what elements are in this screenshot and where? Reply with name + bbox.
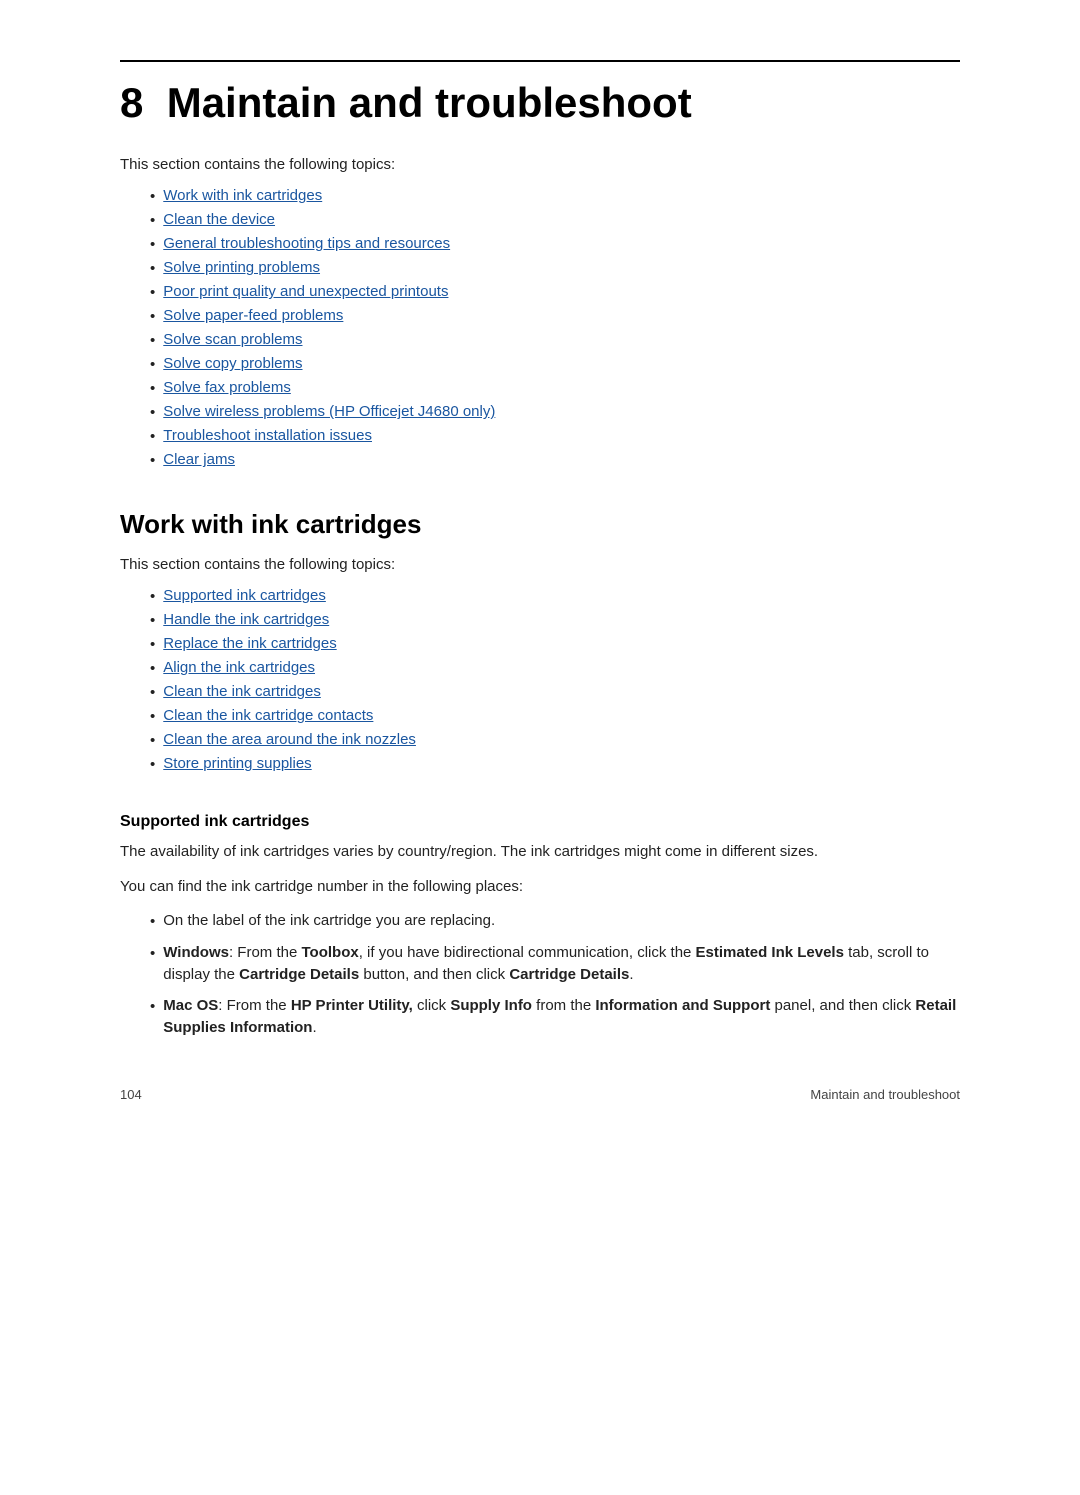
- list-item: Handle the ink cartridges: [150, 611, 960, 629]
- section1-intro-text: This section contains the following topi…: [120, 556, 960, 573]
- list-item: Solve fax problems: [150, 379, 960, 397]
- toc-link[interactable]: Work with ink cartridges: [163, 187, 322, 204]
- list-item: Work with ink cartridges: [150, 187, 960, 205]
- toc-link[interactable]: Poor print quality and unexpected printo…: [163, 283, 448, 300]
- list-item: Supported ink cartridges: [150, 587, 960, 605]
- bullet-text: Mac OS: From the HP Printer Utility, cli…: [163, 995, 960, 1040]
- list-item: Mac OS: From the HP Printer Utility, cli…: [150, 995, 960, 1040]
- toc-link[interactable]: Solve wireless problems (HP Officejet J4…: [163, 403, 495, 420]
- main-intro-text: This section contains the following topi…: [120, 156, 960, 173]
- toc-link[interactable]: Solve scan problems: [163, 331, 302, 348]
- list-item: Solve wireless problems (HP Officejet J4…: [150, 403, 960, 421]
- list-item: Poor print quality and unexpected printo…: [150, 283, 960, 301]
- chapter-title-text: Maintain and troubleshoot: [167, 79, 692, 126]
- chapter-title: 8 Maintain and troubleshoot: [120, 80, 960, 126]
- subsection1-heading: Supported ink cartridges: [120, 813, 960, 831]
- toc-link[interactable]: Store printing supplies: [163, 755, 311, 772]
- page-container: 8 Maintain and troubleshoot This section…: [0, 0, 1080, 1132]
- list-item: Clean the area around the ink nozzles: [150, 731, 960, 749]
- subsection1-para1: The availability of ink cartridges varie…: [120, 841, 960, 864]
- list-item: Clean the device: [150, 211, 960, 229]
- list-item: Clear jams: [150, 451, 960, 469]
- list-item: Solve printing problems: [150, 259, 960, 277]
- toc-link[interactable]: Solve fax problems: [163, 379, 291, 396]
- bullet-text: Windows: From the Toolbox, if you have b…: [163, 942, 960, 987]
- chapter-number: 8: [120, 79, 143, 126]
- toc-link[interactable]: Solve printing problems: [163, 259, 320, 276]
- toc-link[interactable]: Clean the ink cartridges: [163, 683, 321, 700]
- section1-heading: Work with ink cartridges: [120, 509, 960, 540]
- toc-link[interactable]: Troubleshoot installation issues: [163, 427, 372, 444]
- list-item: Align the ink cartridges: [150, 659, 960, 677]
- toc-link[interactable]: Solve copy problems: [163, 355, 302, 372]
- toc-link[interactable]: Clean the area around the ink nozzles: [163, 731, 416, 748]
- toc-link[interactable]: Supported ink cartridges: [163, 587, 326, 604]
- top-rule: [120, 60, 960, 62]
- list-item: Solve scan problems: [150, 331, 960, 349]
- toc-link[interactable]: Handle the ink cartridges: [163, 611, 329, 628]
- list-item: Clean the ink cartridge contacts: [150, 707, 960, 725]
- list-item: Store printing supplies: [150, 755, 960, 773]
- list-item: Solve copy problems: [150, 355, 960, 373]
- toc-link[interactable]: Replace the ink cartridges: [163, 635, 336, 652]
- toc-link[interactable]: Clean the ink cartridge contacts: [163, 707, 373, 724]
- subsection1-para2: You can find the ink cartridge number in…: [120, 876, 960, 899]
- subsection1-bullets: On the label of the ink cartridge you ar…: [150, 910, 960, 1040]
- list-item: Replace the ink cartridges: [150, 635, 960, 653]
- toc-link[interactable]: Align the ink cartridges: [163, 659, 315, 676]
- toc-link[interactable]: General troubleshooting tips and resourc…: [163, 235, 450, 252]
- section1-toc-list: Supported ink cartridges Handle the ink …: [150, 587, 960, 773]
- toc-link[interactable]: Clean the device: [163, 211, 275, 228]
- list-item: On the label of the ink cartridge you ar…: [150, 910, 960, 934]
- footer-section-label: Maintain and troubleshoot: [810, 1087, 960, 1102]
- list-item: Troubleshoot installation issues: [150, 427, 960, 445]
- list-item: General troubleshooting tips and resourc…: [150, 235, 960, 253]
- bullet-text: On the label of the ink cartridge you ar…: [163, 910, 495, 933]
- toc-link[interactable]: Clear jams: [163, 451, 235, 468]
- footer-page-number: 104: [120, 1087, 142, 1102]
- footer: 104 Maintain and troubleshoot: [120, 1087, 960, 1102]
- toc-link[interactable]: Solve paper-feed problems: [163, 307, 343, 324]
- main-toc-list: Work with ink cartridges Clean the devic…: [150, 187, 960, 469]
- list-item: Clean the ink cartridges: [150, 683, 960, 701]
- list-item: Solve paper-feed problems: [150, 307, 960, 325]
- list-item: Windows: From the Toolbox, if you have b…: [150, 942, 960, 987]
